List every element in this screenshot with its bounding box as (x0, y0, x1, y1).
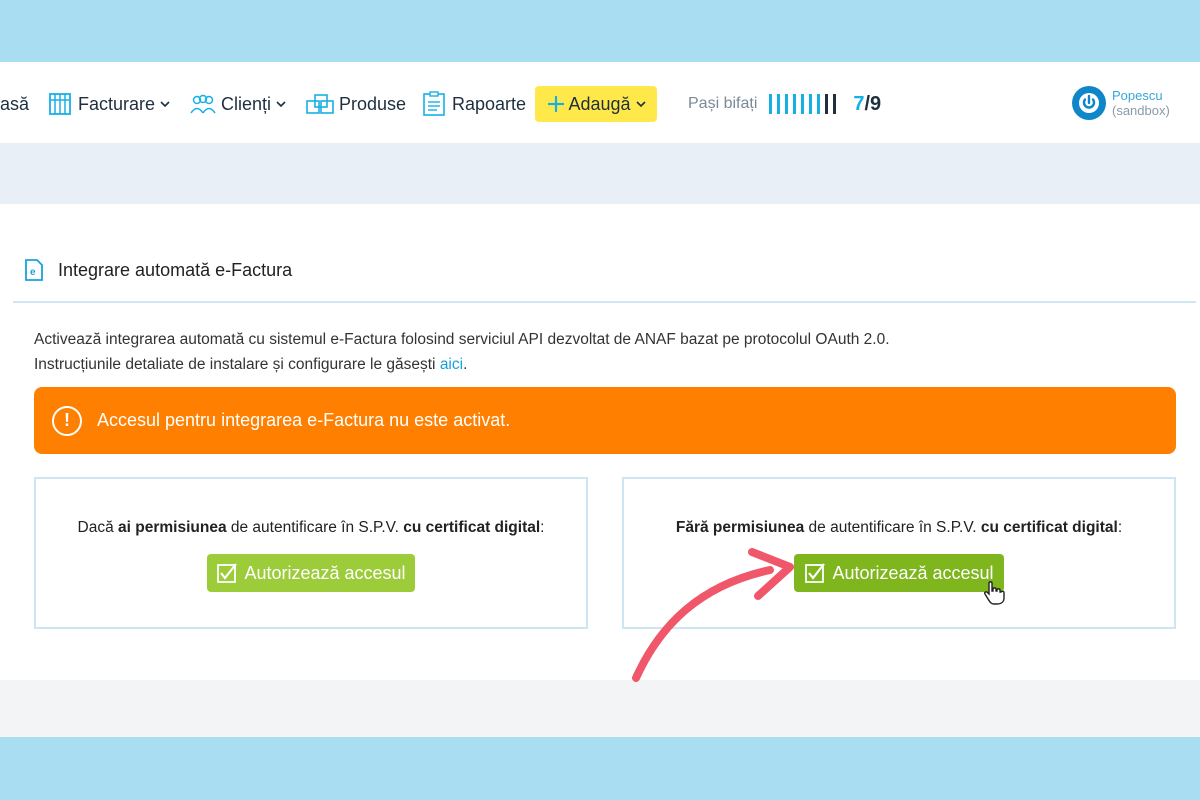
authorize-access-label: Autorizează accesul (244, 562, 406, 583)
authorize-access-button-no-cert[interactable]: Autorizează accesul (794, 554, 1004, 592)
user-environment: (sandbox) (1112, 103, 1170, 118)
steps-done: 7 (853, 92, 865, 115)
card-description: Dacă ai permisiunea de autentificare în … (36, 519, 586, 537)
user-name: Popescu (1112, 88, 1163, 103)
step-bar (817, 94, 821, 114)
exclamation-icon: ! (52, 405, 82, 436)
card-text-bold: Fără permisiunea (675, 519, 805, 536)
svg-text:e: e (30, 267, 36, 278)
chevron-down-icon (160, 101, 170, 108)
alert-text: Accesul pentru integrarea e-Factura nu e… (97, 410, 511, 430)
bottom-background-band (0, 737, 1200, 800)
toolbar-strip (0, 143, 1200, 204)
products-icon (306, 94, 334, 114)
card-description: Fără permisiunea de autentificare în S.P… (624, 519, 1174, 537)
auth-card-with-permission: Dacă ai permisiunea de autentificare în … (34, 477, 588, 629)
nav-item-label: asă (0, 93, 30, 114)
steps-progress-bars (769, 94, 841, 114)
user-text: Popescu (sandbox) (1112, 88, 1170, 118)
nav-item-products[interactable]: Produse (305, 90, 406, 118)
reports-icon (423, 91, 445, 116)
nav-item-home[interactable]: asă (0, 90, 29, 118)
card-text-bold: cu certificat digital (403, 519, 541, 536)
intro-line-2-end: . (463, 356, 468, 373)
efactura-document-icon: e (25, 259, 43, 281)
checkbox-check-icon (217, 563, 238, 583)
app-window: asă Facturare Clienți Produse Rapoarte A… (0, 62, 1200, 737)
step-bar (777, 94, 781, 114)
steps-progress[interactable]: Pași bifați 7/9 (688, 90, 881, 118)
nav-item-label: Clienți (221, 93, 272, 114)
intro-text: Activează integrarea automată cu sistemu… (34, 327, 890, 377)
plus-icon (548, 96, 565, 112)
authorize-access-button[interactable]: Autorizează accesul (207, 554, 415, 592)
instructions-link[interactable]: aici (440, 356, 463, 373)
clients-icon (190, 94, 216, 114)
add-button[interactable]: Adaugă (535, 86, 657, 122)
step-bar (801, 94, 805, 114)
card-text-prefix: Dacă (77, 519, 119, 536)
steps-total: /9 (864, 92, 882, 115)
footer-strip (0, 680, 1200, 737)
panel-header: e Integrare automată e-Factura (24, 258, 292, 282)
hand-cursor-icon (984, 581, 1005, 605)
invoice-icon (49, 93, 71, 115)
step-bar (825, 94, 829, 114)
chevron-down-icon (635, 101, 646, 108)
auth-card-without-permission: Fără permisiunea de autentificare în S.P… (622, 477, 1176, 629)
power-icon (1072, 86, 1106, 120)
nav-item-label: Rapoarte (452, 93, 527, 114)
card-text-suffix: : (540, 519, 545, 536)
nav-item-reports[interactable]: Rapoarte (420, 90, 526, 118)
card-text-bold: cu certificat digital (980, 519, 1118, 536)
top-navigation: asă Facturare Clienți Produse Rapoarte A… (0, 62, 1200, 143)
chevron-down-icon (276, 101, 286, 108)
steps-count: 7/9 (853, 93, 881, 116)
step-bar (793, 94, 797, 114)
nav-item-label: Facturare (78, 93, 156, 114)
intro-line-1: Activează integrarea automată cu sistemu… (34, 331, 890, 348)
panel-title: Integrare automată e-Factura (58, 259, 293, 280)
step-bar (809, 94, 813, 114)
intro-line-2: Instrucțiunile detaliate de instalare și… (34, 352, 890, 377)
steps-label: Pași bifați (688, 95, 758, 112)
intro-line-2-text: Instrucțiunile detaliate de instalare și… (34, 356, 440, 373)
card-text-middle: de autentificare în S.P.V. (804, 519, 981, 536)
nav-item-label: Produse (339, 93, 407, 114)
user-menu[interactable]: Popescu (sandbox) (1072, 86, 1170, 120)
card-text-bold: ai permisiunea (118, 519, 227, 536)
step-bar (785, 94, 789, 114)
nav-item-invoicing[interactable]: Facturare (46, 90, 174, 118)
step-bar (769, 94, 773, 114)
add-button-label: Adaugă (568, 93, 631, 114)
panel-divider (13, 301, 1196, 303)
checkbox-check-icon (805, 563, 826, 583)
card-text-middle: de autentificare în S.P.V. (226, 519, 404, 536)
card-text-suffix: : (1117, 519, 1123, 536)
step-bar (833, 94, 837, 114)
top-background-band (0, 0, 1200, 62)
alert-banner: ! Accesul pentru integrarea e-Factura nu… (34, 387, 1176, 454)
authorize-access-label: Autorizează accesul (832, 562, 994, 583)
nav-item-clients[interactable]: Clienți (189, 90, 290, 118)
